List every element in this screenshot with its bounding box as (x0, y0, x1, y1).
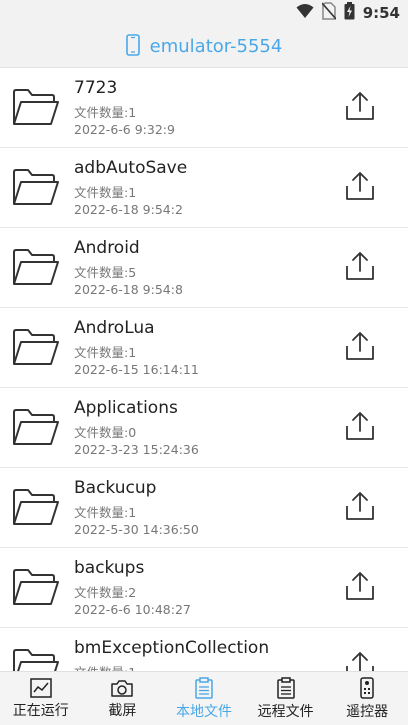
nav-item[interactable]: 本地文件 (163, 672, 245, 725)
folder-icon (12, 487, 60, 531)
file-row[interactable]: adbAutoSave 文件数量:1 2022-6-18 9:54:2 (0, 148, 408, 228)
nav-item-label: 截屏 (108, 702, 137, 719)
file-name: Applications (74, 398, 178, 418)
no-sim-icon (321, 2, 337, 24)
file-name: backups (74, 558, 145, 578)
file-row[interactable]: Backucup 文件数量:1 2022-5-30 14:36:50 (0, 468, 408, 548)
file-count: 文件数量:5 (74, 265, 137, 280)
file-row[interactable]: bmExceptionCollection 文件数量:1 (0, 628, 408, 671)
file-date: 2022-6-6 9:32:9 (74, 122, 175, 137)
upload-icon[interactable] (345, 170, 375, 206)
upload-icon[interactable] (345, 410, 375, 446)
file-count: 文件数量:1 (74, 345, 137, 360)
file-row[interactable]: 7723 文件数量:1 2022-6-6 9:32:9 (0, 68, 408, 148)
status-bar: 9:54 (0, 0, 408, 26)
nav-item[interactable]: 遥控器 (326, 672, 408, 725)
file-date: 2022-6-18 9:54:8 (74, 282, 183, 297)
status-time: 9:54 (362, 4, 400, 22)
upload-icon[interactable] (345, 90, 375, 126)
file-count: 文件数量:1 (74, 105, 137, 120)
header: emulator-5554 (0, 26, 408, 68)
battery-charging-icon (344, 2, 355, 24)
file-row[interactable]: Android 文件数量:5 2022-6-18 9:54:8 (0, 228, 408, 308)
nav-item[interactable]: 截屏 (82, 672, 164, 725)
file-date: 2022-6-6 10:48:27 (74, 602, 191, 617)
device-title: emulator-5554 (149, 36, 283, 57)
file-name: Backucup (74, 478, 157, 498)
file-name: 7723 (74, 78, 118, 98)
file-count: 文件数量:1 (74, 185, 137, 200)
file-name: Android (74, 238, 140, 258)
file-count: 文件数量:1 (74, 505, 137, 520)
folder-icon (12, 647, 60, 671)
file-row[interactable]: backups 文件数量:2 2022-6-6 10:48:27 (0, 548, 408, 628)
chart-icon (30, 677, 52, 698)
bottom-nav: 正在运行 截屏 本地文件 远程文件 遥控器 (0, 671, 408, 725)
status-icons: 9:54 (296, 2, 400, 24)
file-count: 文件数量:0 (74, 425, 137, 440)
nav-item-label: 本地文件 (175, 703, 232, 720)
upload-icon[interactable] (345, 330, 375, 366)
camera-icon (111, 678, 134, 698)
upload-icon[interactable] (345, 490, 375, 526)
folder-icon (12, 167, 60, 211)
file-date: 2022-3-23 15:24:36 (74, 442, 199, 457)
wifi-icon (296, 3, 314, 23)
folder-icon (12, 327, 60, 371)
phone-icon (125, 33, 140, 60)
file-row[interactable]: AndroLua 文件数量:1 2022-6-15 16:14:11 (0, 308, 408, 388)
folder-icon (12, 247, 60, 291)
file-name: adbAutoSave (74, 158, 188, 178)
nav-item-label: 遥控器 (346, 703, 389, 720)
nav-item-label: 远程文件 (257, 703, 314, 720)
upload-icon[interactable] (345, 250, 375, 286)
clipboard-icon (194, 676, 214, 699)
folder-icon (12, 407, 60, 451)
upload-icon[interactable] (345, 650, 375, 671)
file-name: AndroLua (74, 318, 155, 338)
file-count: 文件数量:1 (74, 662, 136, 671)
folder-icon (12, 567, 60, 611)
file-name: bmExceptionCollection (74, 638, 270, 658)
file-date: 2022-6-15 16:14:11 (74, 362, 199, 377)
nav-item[interactable]: 正在运行 (0, 672, 82, 725)
upload-icon[interactable] (345, 570, 375, 606)
file-row[interactable]: Applications 文件数量:0 2022-3-23 15:24:36 (0, 388, 408, 468)
file-list[interactable]: 7723 文件数量:1 2022-6-6 9:32:9 adbAutoSave 文件数量… (0, 68, 408, 671)
remote-icon (360, 676, 374, 699)
file-date: 2022-5-30 14:36:50 (74, 522, 199, 537)
nav-item-label: 正在运行 (12, 702, 69, 719)
nav-item[interactable]: 远程文件 (245, 672, 327, 725)
file-date: 2022-6-18 9:54:2 (74, 202, 183, 217)
file-count: 文件数量:2 (74, 585, 137, 600)
clipboard-icon (276, 676, 296, 699)
folder-icon (12, 87, 60, 131)
